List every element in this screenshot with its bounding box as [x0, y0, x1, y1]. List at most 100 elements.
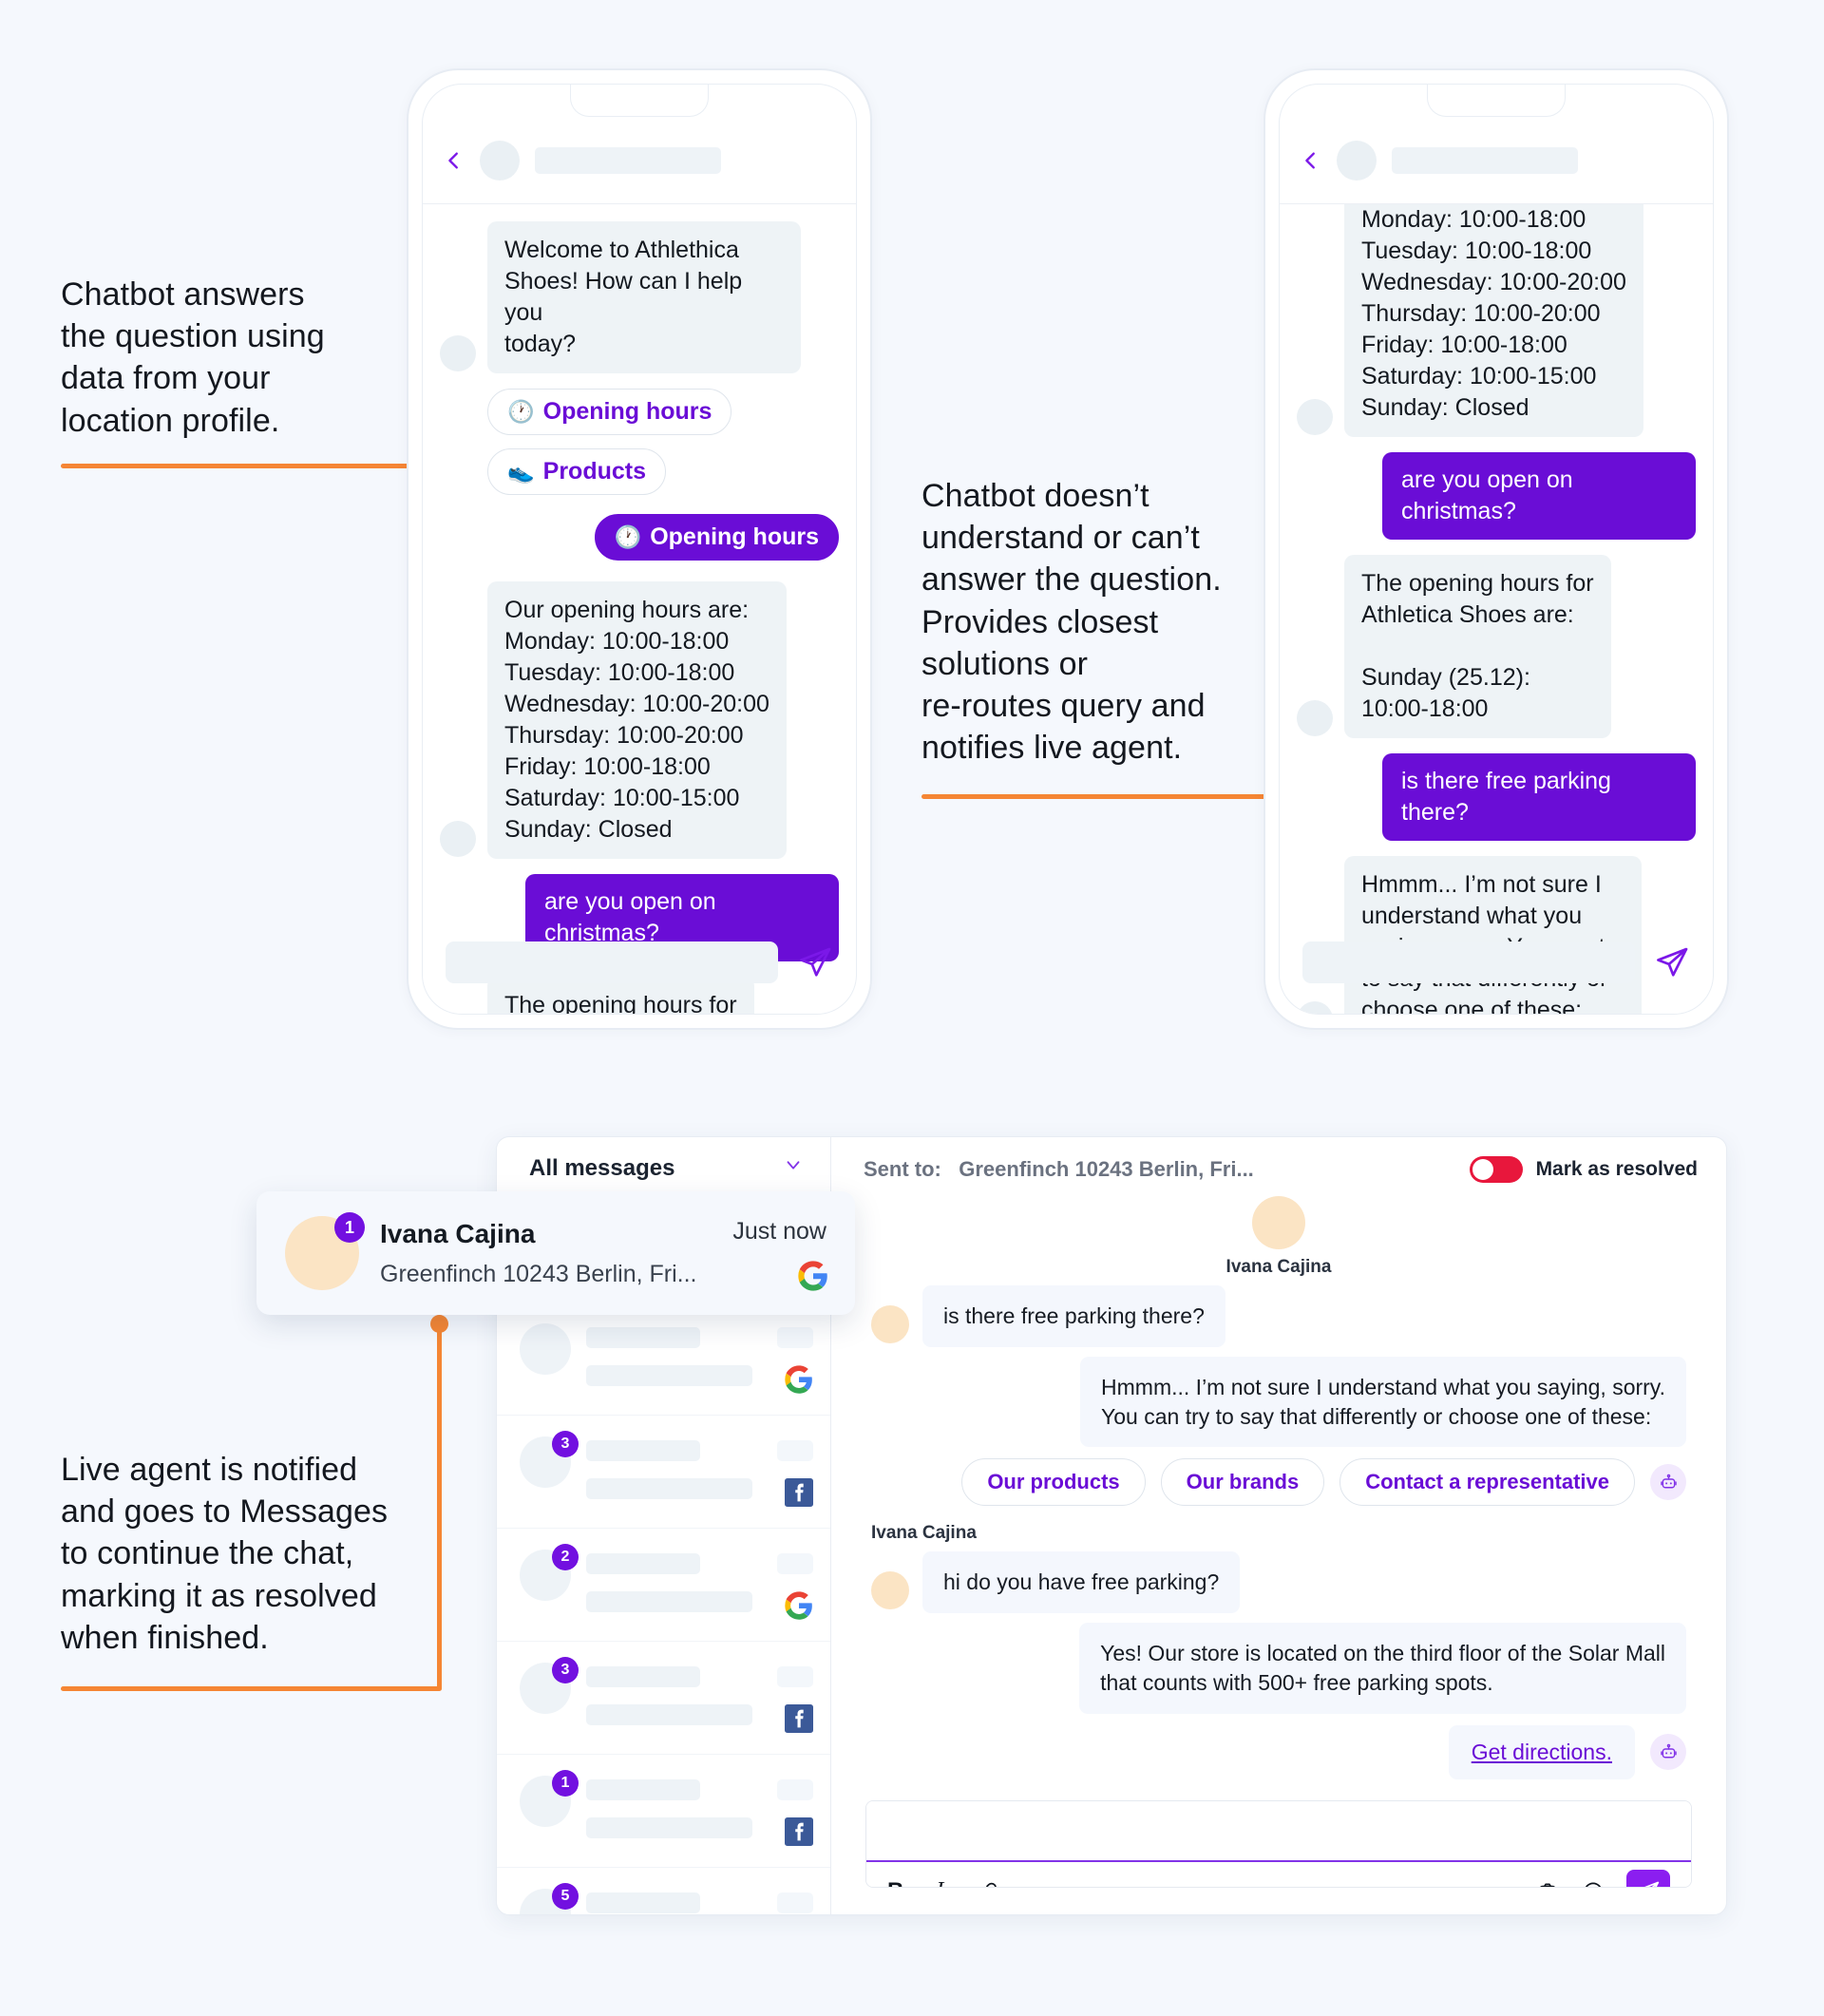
message-input[interactable] — [1302, 941, 1635, 983]
phone-notch — [1427, 85, 1566, 117]
thread-row-agent-answer: Yes! Our store is located on the third f… — [871, 1623, 1686, 1714]
skeleton-message — [586, 1591, 752, 1612]
message-input[interactable] — [446, 941, 778, 983]
robot-icon — [1650, 1734, 1686, 1771]
contact-name-placeholder — [1392, 146, 1578, 174]
unread-badge: 5 — [552, 1883, 579, 1910]
smiley-icon[interactable] — [1581, 1879, 1606, 1887]
avatar: 1 — [285, 1212, 365, 1290]
list-item[interactable]: 3 — [497, 1416, 830, 1529]
reply-composer: B I — [865, 1799, 1692, 1888]
skeleton-time — [777, 1327, 813, 1348]
list-item-preview — [586, 1889, 752, 1914]
skeleton-name — [586, 1892, 700, 1913]
notification-name: Ivana Cajina — [380, 1218, 536, 1248]
chevron-left-icon[interactable] — [444, 150, 465, 171]
list-item[interactable]: 5 — [497, 1868, 830, 1914]
phone-1-messages: Welcome to Athlethica Shoes! How can I h… — [423, 204, 856, 1014]
user-message-christmas: are you open on christmas? — [1382, 452, 1696, 540]
annotation-text: Live agent is notified and goes to Messa… — [61, 1452, 389, 1656]
suggestion-contact-representative[interactable]: Contact a representative — [1340, 1458, 1635, 1507]
sent-to-value: Greenfinch 10243 Berlin, Fri... — [959, 1157, 1254, 1181]
list-item-meta — [768, 1550, 813, 1620]
chevron-down-icon — [783, 1154, 804, 1182]
avatar: 5 — [520, 1883, 579, 1914]
phone-mockup-1: Welcome to Athlethica Shoes! How can I h… — [407, 68, 872, 1030]
skeleton-name — [586, 1553, 700, 1574]
directions-bubble: Get directions. — [1448, 1724, 1635, 1779]
agent-message-answer: Yes! Our store is located on the third f… — [1079, 1623, 1686, 1714]
list-item-meta — [768, 1889, 813, 1914]
avatar — [480, 140, 520, 181]
avatar: 2 — [520, 1544, 579, 1601]
unread-badge: 3 — [552, 1657, 579, 1683]
list-item[interactable]: 3 — [497, 1642, 830, 1755]
annotation-text: Chatbot doesn’t understand or can’t answ… — [922, 478, 1222, 767]
bot-avatar — [1297, 700, 1333, 736]
skeleton-time — [777, 1440, 813, 1461]
send-button[interactable] — [1626, 1869, 1670, 1887]
avatar — [1252, 1196, 1305, 1249]
message-thread: Ivana Cajina is there free parking there… — [831, 1196, 1726, 1779]
send-icon[interactable] — [797, 944, 833, 980]
chevron-left-icon[interactable] — [1301, 150, 1321, 171]
bold-button[interactable]: B — [887, 1878, 903, 1887]
message-row-bot-hours: Monday: 10:00-18:00 Tuesday: 10:00-18:00… — [1297, 204, 1696, 437]
skeleton-name — [586, 1440, 700, 1461]
composer-toolbar: B I — [866, 1861, 1691, 1887]
bot-message-christmas: The opening hours for Athletica Shoes ar… — [1344, 555, 1611, 738]
list-item-preview — [586, 1663, 752, 1733]
unread-badge: 1 — [334, 1212, 365, 1243]
bot-message-fallback: Hmmm... I’m not sure I understand what y… — [1080, 1356, 1686, 1448]
phone-1-header — [423, 117, 856, 204]
phone-2-header — [1280, 117, 1713, 204]
notification-meta: Just now — [732, 1218, 827, 1291]
google-icon — [785, 1591, 813, 1620]
user-selected-row: 🕐 Opening hours — [440, 514, 839, 561]
contact-name: Ivana Cajina — [1226, 1257, 1332, 1277]
send-icon[interactable] — [1654, 944, 1690, 980]
quick-reply-products[interactable]: 👟 Products — [487, 448, 666, 495]
leader-line-1 — [61, 464, 441, 468]
google-icon — [785, 1365, 813, 1394]
conversation-detail: Sent to: Greenfinch 10243 Berlin, Fri...… — [831, 1137, 1726, 1914]
sent-to-label: Sent to: — [864, 1157, 941, 1181]
phone-2-screen: Monday: 10:00-18:00 Tuesday: 10:00-18:00… — [1279, 84, 1714, 1015]
contact-name: Ivana Cajina — [871, 1523, 977, 1544]
suggestion-our-products[interactable]: Our products — [961, 1458, 1146, 1507]
list-item-preview — [586, 1323, 752, 1394]
unread-badge: 1 — [552, 1770, 579, 1797]
message-row-user-parking: is there free parking there? — [1297, 753, 1696, 841]
user-message-parking: is there free parking there? — [922, 1285, 1226, 1347]
list-item-meta — [768, 1663, 813, 1733]
list-item[interactable]: 1 — [497, 1755, 830, 1868]
mark-as-resolved-toggle[interactable]: Mark as resolved — [1469, 1156, 1698, 1183]
get-directions-link[interactable]: Get directions. — [1472, 1740, 1612, 1764]
toggle-switch[interactable] — [1469, 1156, 1523, 1183]
camera-icon[interactable] — [1535, 1879, 1560, 1887]
user-selected-opening-hours: 🕐 Opening hours — [594, 514, 839, 561]
avatar — [871, 1304, 909, 1343]
list-item-preview — [586, 1550, 752, 1620]
notification-content: Ivana Cajina Greenfinch 10243 Berlin, Fr… — [380, 1219, 712, 1288]
avatar: 3 — [520, 1431, 579, 1488]
quick-reply-label: Opening hours — [542, 398, 712, 425]
notification-card[interactable]: 1 Ivana Cajina Greenfinch 10243 Berlin, … — [256, 1191, 855, 1315]
leader-dot-3 — [430, 1315, 448, 1333]
notification-address: Greenfinch 10243 Berlin, Fri... — [380, 1260, 697, 1287]
skeleton-message — [586, 1704, 752, 1725]
annotation-text: Chatbot answers the question using data … — [61, 276, 325, 439]
suggestion-our-brands[interactable]: Our brands — [1160, 1458, 1325, 1507]
user-message-parking: is there free parking there? — [1382, 753, 1696, 841]
quick-reply-opening-hours[interactable]: 🕐 Opening hours — [487, 389, 732, 435]
reply-input[interactable] — [866, 1800, 1691, 1862]
italic-button[interactable]: I — [936, 1878, 943, 1887]
bot-avatar — [1297, 399, 1333, 435]
user-message-parking-2: hi do you have free parking? — [922, 1551, 1241, 1614]
contact-name-placeholder — [535, 146, 721, 174]
facebook-icon — [785, 1704, 813, 1733]
list-item[interactable]: 2 — [497, 1529, 830, 1642]
annotation-chatbot-fallback: Chatbot doesn’t understand or can’t answ… — [922, 475, 1273, 769]
link-icon[interactable] — [976, 1879, 1000, 1887]
phone-1-screen: Welcome to Athlethica Shoes! How can I h… — [422, 84, 857, 1015]
